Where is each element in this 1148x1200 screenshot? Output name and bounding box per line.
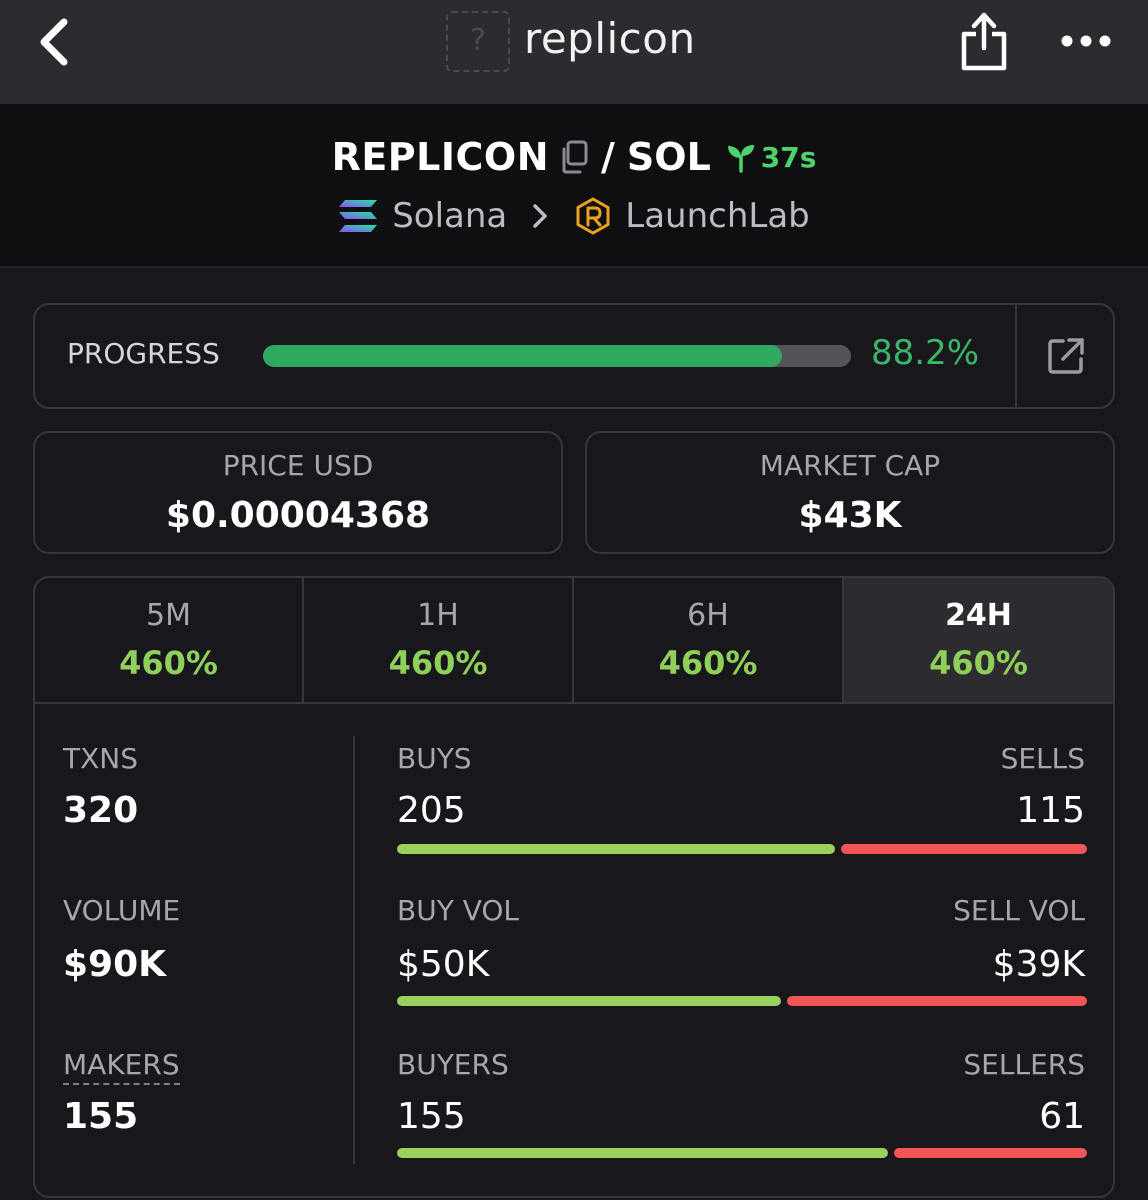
- tab-change: 460%: [929, 644, 1028, 682]
- buyers-value: 155: [397, 1096, 466, 1137]
- chevron-right-icon: [533, 204, 548, 228]
- copy-icon[interactable]: [559, 140, 589, 174]
- price-usd-value: $0.00004368: [165, 495, 431, 536]
- column-divider: [353, 736, 355, 1164]
- chevron-left-icon: [40, 18, 68, 66]
- tab-24h[interactable]: 24H 460%: [844, 578, 1113, 702]
- trading-metrics-card: 5M 460% 1H 460% 6H 460% 24H 460% TXNS 32…: [33, 576, 1115, 1198]
- volume-value: $90K: [63, 944, 167, 985]
- timeframe-tabs: 5M 460% 1H 460% 6H 460% 24H 460%: [35, 578, 1113, 704]
- market-cap-label: MARKET CAP: [759, 449, 941, 482]
- thumbnail-placeholder-text: ?: [470, 23, 486, 58]
- launchlab-icon: [576, 197, 610, 235]
- progress-divider: [1015, 305, 1017, 407]
- external-link-icon: [1048, 338, 1084, 374]
- buys-bar: [397, 844, 835, 854]
- txns-value: 320: [63, 790, 139, 831]
- progress-label: PROGRESS: [67, 337, 220, 370]
- makers-value: 155: [63, 1096, 139, 1137]
- buys-label: BUYS: [397, 742, 472, 775]
- buyers-bar: [397, 1148, 888, 1158]
- chain-name[interactable]: Solana: [392, 196, 507, 236]
- pair-quote-symbol: SOL: [626, 135, 711, 179]
- progress-bar-fill: [263, 345, 782, 367]
- market-cap-card: MARKET CAP $43K: [585, 431, 1115, 554]
- more-horizontal-icon: [1061, 35, 1111, 47]
- chain-breadcrumb: Solana LaunchLab: [0, 192, 1148, 240]
- open-external-button[interactable]: [1047, 337, 1085, 375]
- tab-label: 6H: [687, 598, 729, 633]
- sell-vol-label: SELL VOL: [953, 894, 1085, 927]
- sell-vol-bar: [787, 996, 1087, 1006]
- progress-value: 88.2%: [871, 333, 980, 373]
- solana-icon: [339, 200, 378, 232]
- volume-label: VOLUME: [63, 894, 181, 927]
- price-usd-card: PRICE USD $0.00004368: [33, 431, 563, 554]
- share-icon: [961, 12, 1007, 71]
- back-button[interactable]: [34, 16, 74, 68]
- txns-label: TXNS: [63, 742, 139, 775]
- tab-change: 460%: [388, 644, 488, 682]
- sellers-bar: [894, 1148, 1087, 1158]
- sprout-icon: [727, 145, 754, 173]
- pair-title-row: REPLICON / SOL 37s: [0, 132, 1148, 182]
- bonding-progress-card: PROGRESS 88.2%: [33, 303, 1115, 409]
- nav-title: replicon: [524, 14, 696, 63]
- sells-bar: [841, 844, 1087, 854]
- tab-label: 24H: [945, 598, 1012, 633]
- tab-1h[interactable]: 1H 460%: [304, 578, 572, 702]
- market-cap-value: $43K: [798, 495, 902, 536]
- sellers-label: SELLERS: [963, 1048, 1085, 1081]
- buys-value: 205: [397, 790, 466, 831]
- pair-base-symbol: REPLICON: [331, 135, 549, 179]
- pair-age: 37s: [760, 140, 817, 174]
- buyers-label: BUYERS: [397, 1048, 509, 1081]
- tab-change: 460%: [658, 644, 758, 682]
- tab-label: 1H: [417, 598, 459, 633]
- pair-header: REPLICON / SOL 37s Solana LaunchLab: [0, 104, 1148, 268]
- buy-vol-label: BUY VOL: [397, 894, 520, 927]
- tab-label: 5M: [146, 598, 191, 633]
- sellers-value: 61: [1039, 1096, 1085, 1137]
- tab-5m[interactable]: 5M 460%: [35, 578, 302, 702]
- pair-separator: /: [601, 135, 615, 179]
- token-thumbnail-placeholder: ?: [446, 11, 510, 72]
- sell-vol-value: $39K: [992, 944, 1085, 985]
- progress-bar: [263, 345, 851, 367]
- price-usd-label: PRICE USD: [222, 449, 374, 482]
- dex-name[interactable]: LaunchLab: [625, 196, 809, 236]
- buy-vol-value: $50K: [397, 944, 490, 985]
- buy-vol-bar: [397, 996, 781, 1006]
- tab-6h[interactable]: 6H 460%: [574, 578, 842, 702]
- tab-change: 460%: [119, 644, 218, 682]
- top-nav-bar: ? replicon: [0, 0, 1148, 104]
- share-button[interactable]: [958, 10, 1010, 72]
- makers-label[interactable]: MAKERS: [63, 1048, 180, 1085]
- more-options-button[interactable]: [1060, 30, 1112, 52]
- sells-label: SELLS: [1000, 742, 1085, 775]
- sells-value: 115: [1016, 790, 1085, 831]
